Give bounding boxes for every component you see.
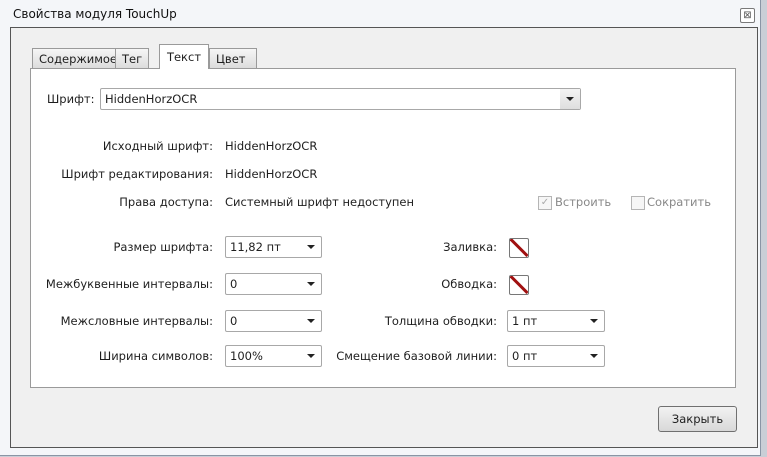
char-spacing-value: 0 [230,277,238,291]
chevron-down-icon [566,97,574,101]
tab-panel-text [30,68,736,388]
word-spacing-value: 0 [230,314,238,328]
font-select[interactable]: HiddenHorzOCR [100,88,581,110]
char-width-label: Ширина символов: [98,349,213,363]
source-font-label: Исходный шрифт: [102,139,213,153]
close-button[interactable]: Закрыть [658,406,737,432]
edit-font-label: Шрифт редактирования: [61,167,213,181]
stroke-label: Обводка: [441,277,497,291]
baseline-shift-value: 0 пт [512,349,538,363]
tab-content[interactable]: Содержимое [32,48,125,68]
stroke-width-label: Толщина обводки: [384,314,497,328]
baseline-shift-label: Смещение базовой линии: [336,349,497,363]
font-size-value: 11,82 пт [230,240,281,254]
char-spacing-label: Межбуквенные интервалы: [45,277,213,291]
subset-checkbox[interactable] [631,196,645,210]
stroke-color-swatch[interactable] [509,275,529,295]
tab-text[interactable]: Текст [159,44,209,69]
window-title: Свойства модуля TouchUp [13,7,177,21]
font-size-label: Размер шрифта: [113,240,213,254]
permissions-value: Системный шрифт недоступен [225,195,415,209]
font-label: Шрифт: [47,92,95,106]
chevron-down-icon [590,354,598,358]
chevron-down-icon [590,319,598,323]
source-font-value: HiddenHorzOCR [225,139,318,153]
edit-font-value: HiddenHorzOCR [225,167,318,181]
fill-label: Заливка: [443,240,497,254]
close-icon[interactable]: ⊠ [740,8,755,23]
stroke-width-value: 1 пт [512,314,538,328]
embed-label: Встроить [555,195,612,209]
permissions-label: Права доступа: [119,195,213,209]
font-value: HiddenHorzOCR [105,92,198,106]
word-spacing-label: Межсловные интервалы: [60,314,213,328]
embed-checkbox[interactable]: ✓ [538,196,552,210]
char-width-value: 100% [230,349,263,363]
tab-tag[interactable]: Тег [115,48,150,68]
stroke-width-select[interactable]: 1 пт [507,310,605,332]
tab-color[interactable]: Цвет [209,48,257,68]
dialog-window: Свойства модуля TouchUp ⊠ Содержимое Тег… [0,0,761,456]
baseline-shift-select[interactable]: 0 пт [507,345,605,367]
fill-color-swatch[interactable] [509,238,529,258]
subset-label: Сократить [647,195,712,209]
